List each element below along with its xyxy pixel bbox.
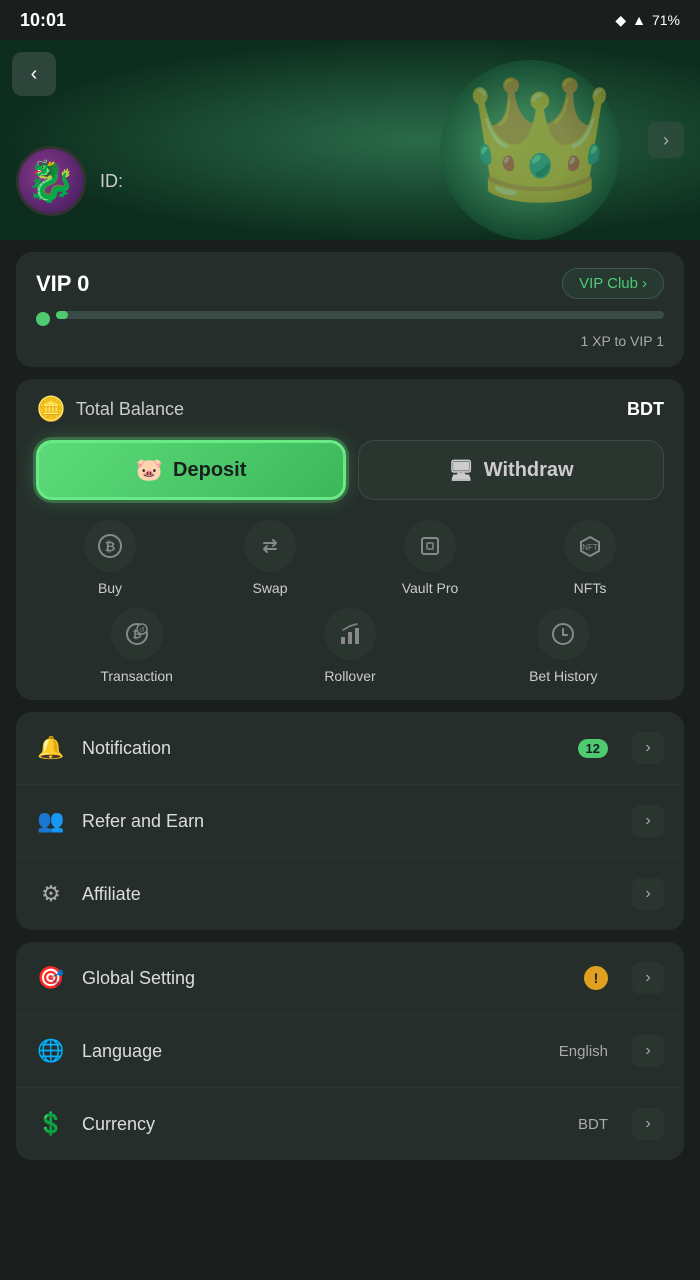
swap-icon-circle — [244, 520, 296, 572]
back-button[interactable]: ‹ — [12, 52, 56, 96]
global-setting-item[interactable]: 🎯 Global Setting ! › — [16, 942, 684, 1015]
affiliate-label: Affiliate — [82, 884, 616, 905]
affiliate-arrow: › — [632, 878, 664, 910]
balance-left: 🪙 Total Balance — [36, 395, 184, 424]
currency-icon: 💲 — [36, 1109, 66, 1139]
status-time: 10:01 — [20, 10, 66, 31]
buy-label: Buy — [98, 580, 122, 596]
battery-icon: 71% — [652, 12, 680, 28]
notification-label: Notification — [82, 738, 562, 759]
status-icons: ◆ ▲ 71% — [615, 12, 680, 29]
vip-club-label: VIP Club — [579, 275, 638, 292]
language-icon: 🌐 — [36, 1036, 66, 1066]
menu-card: 🔔 Notification 12 › 👥 Refer and Earn › ⚙… — [16, 712, 684, 930]
balance-label: Total Balance — [76, 399, 184, 420]
user-info: 🐉 ID: — [16, 146, 123, 216]
refer-earn-item[interactable]: 👥 Refer and Earn › — [16, 785, 684, 858]
currency-item[interactable]: 💲 Currency BDT › — [16, 1088, 684, 1160]
wifi-icon: ▲ — [632, 12, 646, 28]
language-value: English — [559, 1043, 608, 1060]
quick-icons-row1: ₿ Buy Swap — [36, 520, 664, 596]
vip-card: VIP 0 VIP Club › 1 XP to VIP 1 — [16, 252, 684, 367]
user-id: ID: — [100, 171, 123, 192]
vip-xp-text: 1 XP to VIP 1 — [580, 333, 664, 349]
vault-pro-icon-circle — [404, 520, 456, 572]
swap-label: Swap — [252, 580, 287, 596]
bet-history-icon-circle — [537, 608, 589, 660]
avatar: 🐉 — [16, 146, 86, 216]
rollover-label: Rollover — [324, 668, 375, 684]
refer-earn-icon: 👥 — [36, 806, 66, 836]
forward-button[interactable]: › — [648, 122, 684, 158]
refer-earn-arrow: › — [632, 805, 664, 837]
vault-pro-label: Vault Pro — [402, 580, 459, 596]
quick-icons-row2: ₿ ↺ Transaction Rollover — [36, 608, 664, 684]
icon-swap[interactable]: Swap — [196, 520, 344, 596]
language-arrow: › — [632, 1035, 664, 1067]
main-content: VIP 0 VIP Club › 1 XP to VIP 1 🪙 Total B… — [0, 240, 700, 1172]
language-label: Language — [82, 1041, 543, 1062]
nfts-label: NFTs — [574, 580, 607, 596]
withdraw-icon: 🖥 — [448, 458, 473, 483]
global-setting-arrow: › — [632, 962, 664, 994]
icon-transaction[interactable]: ₿ ↺ Transaction — [36, 608, 237, 684]
banner-character: 👑 — [430, 40, 650, 240]
transaction-label: Transaction — [100, 668, 173, 684]
global-setting-label: Global Setting — [82, 968, 568, 989]
global-setting-icon: 🎯 — [36, 963, 66, 993]
buy-icon-circle: ₿ — [84, 520, 136, 572]
vip-club-arrow: › — [642, 275, 647, 292]
vip-progress-dot — [36, 312, 50, 326]
avatar-emoji: 🐉 — [26, 158, 76, 205]
nfts-icon-circle: NFT — [564, 520, 616, 572]
deposit-icon: 🐷 — [136, 457, 163, 483]
signal-icon: ◆ — [615, 12, 626, 29]
transaction-icon-circle: ₿ ↺ — [111, 608, 163, 660]
bet-history-label: Bet History — [529, 668, 597, 684]
global-setting-warning: ! — [584, 966, 608, 990]
withdraw-label: Withdraw — [484, 459, 574, 482]
rollover-icon-circle — [324, 608, 376, 660]
svg-text:↺: ↺ — [139, 627, 145, 634]
affiliate-icon: ⚙ — [36, 879, 66, 909]
svg-text:NFT: NFT — [582, 543, 598, 552]
balance-coin-icon: 🪙 — [36, 395, 66, 424]
header-banner: 👑 ‹ › 🐉 ID: — [0, 40, 700, 240]
action-row: 🐷 Deposit 🖥 Withdraw — [36, 440, 664, 500]
deposit-label: Deposit — [173, 459, 246, 482]
icon-buy[interactable]: ₿ Buy — [36, 520, 184, 596]
balance-currency: BDT — [627, 399, 664, 420]
settings-card: 🎯 Global Setting ! › 🌐 Language English … — [16, 942, 684, 1160]
language-item[interactable]: 🌐 Language English › — [16, 1015, 684, 1088]
notification-icon: 🔔 — [36, 733, 66, 763]
vip-progress-row — [36, 311, 664, 327]
notification-arrow: › — [632, 732, 664, 764]
currency-value: BDT — [578, 1116, 608, 1133]
icon-bet-history[interactable]: Bet History — [463, 608, 664, 684]
balance-card: 🪙 Total Balance BDT 🐷 Deposit 🖥 Withdraw — [16, 379, 684, 700]
notification-item[interactable]: 🔔 Notification 12 › — [16, 712, 684, 785]
status-bar: 10:01 ◆ ▲ 71% — [0, 0, 700, 40]
affiliate-item[interactable]: ⚙ Affiliate › — [16, 858, 684, 930]
icon-rollover[interactable]: Rollover — [249, 608, 450, 684]
currency-arrow: › — [632, 1108, 664, 1140]
notification-badge: 12 — [578, 739, 608, 758]
refer-earn-label: Refer and Earn — [82, 811, 616, 832]
vip-header: VIP 0 VIP Club › — [36, 268, 664, 299]
vip-club-button[interactable]: VIP Club › — [562, 268, 664, 299]
vip-progress-bar — [56, 311, 664, 319]
vip-progress-fill — [56, 311, 68, 319]
balance-header: 🪙 Total Balance BDT — [36, 395, 664, 424]
vip-xp: 1 XP to VIP 1 — [36, 333, 664, 351]
icon-nfts[interactable]: NFT NFTs — [516, 520, 664, 596]
withdraw-button[interactable]: 🖥 Withdraw — [358, 440, 664, 500]
vip-label: VIP 0 — [36, 271, 89, 297]
deposit-button[interactable]: 🐷 Deposit — [36, 440, 346, 500]
icon-vault-pro[interactable]: Vault Pro — [356, 520, 504, 596]
svg-text:₿: ₿ — [105, 539, 116, 554]
currency-label: Currency — [82, 1114, 562, 1135]
